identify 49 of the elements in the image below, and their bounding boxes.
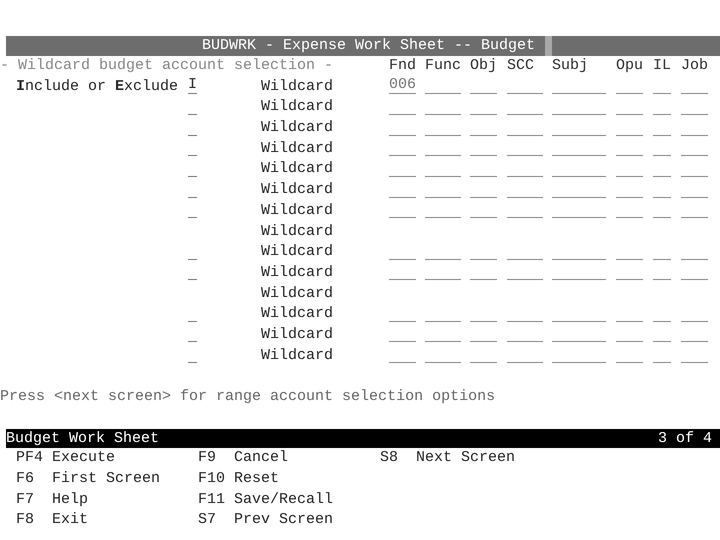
wildcard-label: Wildcard (261, 326, 334, 343)
function-key[interactable]: F9 (198, 448, 234, 470)
wildcard-label: Wildcard (261, 98, 334, 116)
function-key[interactable]: F11 (198, 490, 234, 510)
function-key-action: Execute (52, 448, 116, 468)
function-key-action: Exit (52, 510, 88, 530)
wildcard-label: Wildcard (261, 346, 334, 364)
column-header: Obj (470, 56, 498, 76)
column-header: Subj (552, 56, 590, 76)
wildcard-label: Wildcard (261, 202, 334, 219)
column-header: Func (425, 56, 462, 76)
column-header: Opu (616, 56, 644, 76)
section-heading: - Wildcard budget account selection - (0, 56, 334, 76)
page-indicator: 3 of 4 (658, 429, 712, 448)
function-key[interactable]: F7 (16, 490, 52, 510)
wildcard-label: Wildcard (261, 78, 334, 95)
input-field[interactable]: I (188, 77, 197, 94)
status-title: Budget Work Sheet (6, 429, 160, 448)
wildcard-label: Wildcard (261, 160, 334, 178)
wildcard-label: Wildcard (261, 181, 334, 198)
function-key-action: Reset (234, 469, 280, 490)
function-key[interactable]: PF4 (16, 448, 52, 470)
wildcard-label: Wildcard (261, 305, 334, 322)
function-key[interactable]: S7 (198, 510, 234, 532)
wildcard-label: Wildcard (261, 243, 334, 260)
function-key-action: Help (52, 490, 88, 510)
function-key-action: Cancel (234, 448, 288, 468)
wildcard-label: Wildcard (261, 264, 334, 281)
wildcard-label: Wildcard (261, 222, 334, 240)
hint-text: Press <next screen> for range account selection options (0, 387, 496, 407)
wildcard-label: Wildcard (261, 119, 334, 136)
cursor-block (545, 36, 552, 56)
function-key[interactable]: F6 (16, 469, 52, 490)
function-key[interactable]: F10 (198, 469, 234, 490)
window-title: BUDWRK - Expense Work Sheet -- Budget (202, 36, 536, 56)
column-header: Job (681, 56, 710, 76)
function-key[interactable]: F8 (16, 510, 52, 532)
function-key-action: Next Screen (416, 448, 516, 468)
field-label: Include or Exclude (16, 78, 178, 95)
wildcard-label: Wildcard (261, 284, 334, 302)
function-key[interactable]: S8 (380, 448, 416, 470)
column-header: IL (653, 56, 672, 76)
function-key-action: Save/Recall (234, 490, 334, 510)
column-header: Fnd (389, 56, 418, 76)
input-field[interactable]: 006 (389, 77, 416, 94)
function-key-action: First Screen (52, 469, 160, 490)
column-header: SCC (507, 56, 536, 76)
function-key-action: Prev Screen (234, 510, 334, 530)
wildcard-label: Wildcard (261, 140, 334, 157)
